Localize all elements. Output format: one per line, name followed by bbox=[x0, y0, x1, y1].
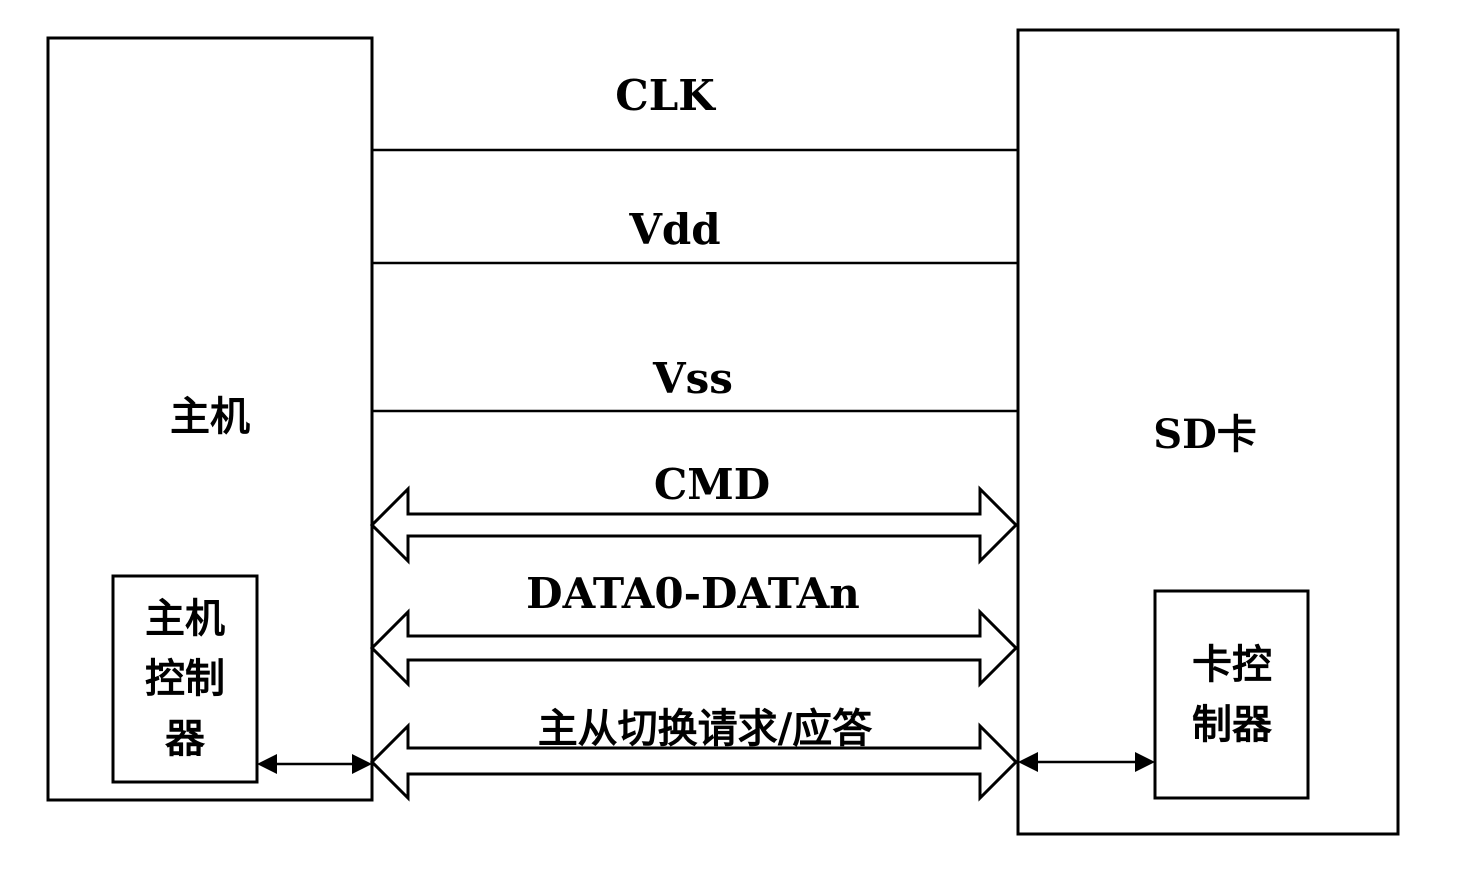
card-controller-label-line-1: 卡控 bbox=[1192, 641, 1272, 688]
clk-signal: CLK bbox=[372, 71, 1018, 150]
data-label: DATA0-DATAn bbox=[526, 569, 860, 618]
vdd-label: Vdd bbox=[628, 205, 720, 254]
card-controller-box bbox=[1155, 591, 1308, 798]
vss-signal: Vss bbox=[372, 354, 1018, 411]
clk-label: CLK bbox=[615, 71, 716, 120]
card-controller-label-line-2: 制器 bbox=[1192, 701, 1273, 748]
vdd-signal: Vdd bbox=[372, 205, 1018, 263]
host-label: 主机 bbox=[170, 393, 250, 440]
cmd-label: CMD bbox=[654, 460, 770, 509]
switch-bus: 主从切换请求/应答 bbox=[372, 705, 1016, 798]
host-controller-label-line-1: 主机 bbox=[145, 595, 225, 642]
data-bus: DATA0-DATAn bbox=[372, 569, 1016, 684]
vss-label: Vss bbox=[652, 354, 733, 403]
data-bus-arrow bbox=[372, 612, 1016, 684]
host-controller-block: 主机 控制 器 bbox=[113, 576, 257, 782]
host-controller-label-line-3: 器 bbox=[165, 715, 206, 762]
cmd-bus: CMD bbox=[372, 460, 1016, 561]
switch-label: 主从切换请求/应答 bbox=[538, 705, 874, 752]
host-controller-label-line-2: 控制 bbox=[145, 655, 225, 702]
sd-card-label: SD卡 bbox=[1153, 411, 1257, 458]
host-sd-card-interface-diagram: 主机 主机 控制 器 SD卡 卡控 制器 CLK Vdd Vss CMD bbox=[0, 0, 1476, 893]
card-controller-block: 卡控 制器 bbox=[1155, 591, 1308, 798]
